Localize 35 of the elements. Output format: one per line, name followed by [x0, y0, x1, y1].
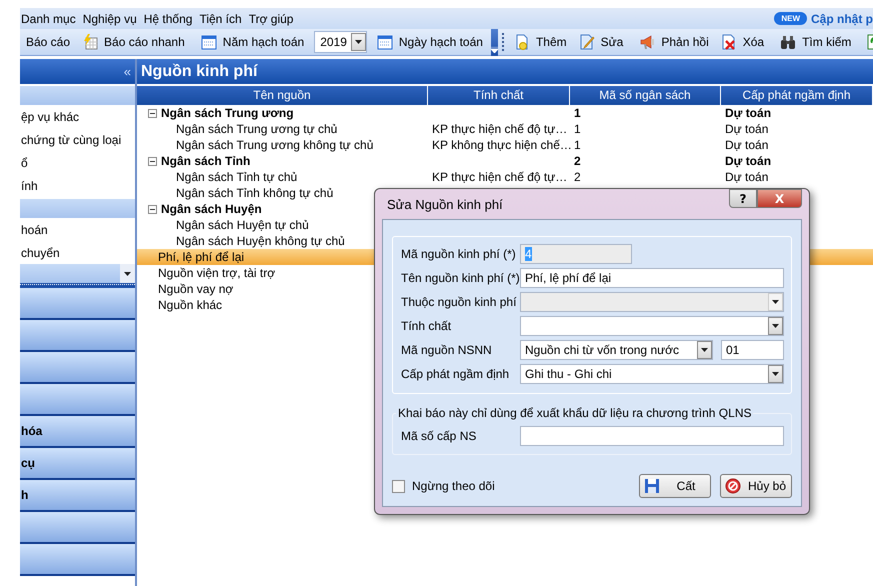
table-cell-text: 1: [573, 137, 582, 153]
table-cell-text: KP không thực hiện chế…: [431, 137, 570, 153]
table-cell: Ngân sách Huyện không tự chủ: [176, 233, 345, 249]
table-cell-text: 1: [573, 121, 582, 137]
field-label: Tên nguồn kinh phí (*): [401, 271, 520, 285]
field-label: Tính chất: [401, 319, 452, 333]
table-cell: Ngân sách Tỉnh tự chủ: [176, 169, 298, 185]
table-cell-text: 1: [573, 105, 582, 121]
checkbox-label: Ngừng theo dõi: [412, 479, 495, 493]
new-badge: NEW: [774, 12, 807, 25]
table-cell: Ngân sách Trung ương tự chủ: [176, 121, 338, 137]
group-legend: Khai báo này chỉ dùng để xuất khẩu dữ liệu ra chương trình QLNS: [396, 406, 754, 420]
table-cell-text: KP thực hiện chế độ tự…: [431, 121, 568, 137]
table-cell-text: KP thực hiện chế độ tự…: [431, 169, 568, 185]
table-cell-text: Dự toán: [724, 169, 770, 185]
table-cell-text: Dự toán: [724, 153, 772, 169]
table-cell-text: Dự toán: [724, 137, 770, 153]
table-cell-text: Dự toán: [724, 105, 772, 121]
field-label: Mã nguồn kinh phí (*): [401, 247, 517, 261]
page-title: Nguồn kinh phí: [137, 59, 873, 84]
field-label: Mã nguồn NSNN: [401, 343, 493, 357]
table-cell: Ngân sách Huyện tự chủ: [176, 217, 309, 233]
group-name: Ngân sách Tỉnh: [161, 153, 250, 169]
table-cell: Phí, lệ phí để lại: [158, 249, 244, 265]
group-name: Ngân sách Huyện: [161, 201, 262, 217]
field-label: Cấp phát ngầm định: [401, 367, 510, 381]
dialog-title: Sửa Nguồn kinh phí: [386, 196, 503, 212]
field-label: Mã số cấp NS: [401, 429, 478, 443]
table-cell-text: Dự toán: [724, 121, 770, 137]
table-cell-text: 2: [573, 153, 582, 169]
table-cell: Ngân sách Trung ương không tự chủ: [176, 137, 374, 153]
table-cell-text: 2: [573, 169, 582, 185]
group-name: Ngân sách Trung ương: [161, 105, 294, 121]
field-label: Thuộc nguồn kinh phí: [401, 295, 518, 309]
table-cell: Nguồn vay nợ: [158, 281, 234, 297]
